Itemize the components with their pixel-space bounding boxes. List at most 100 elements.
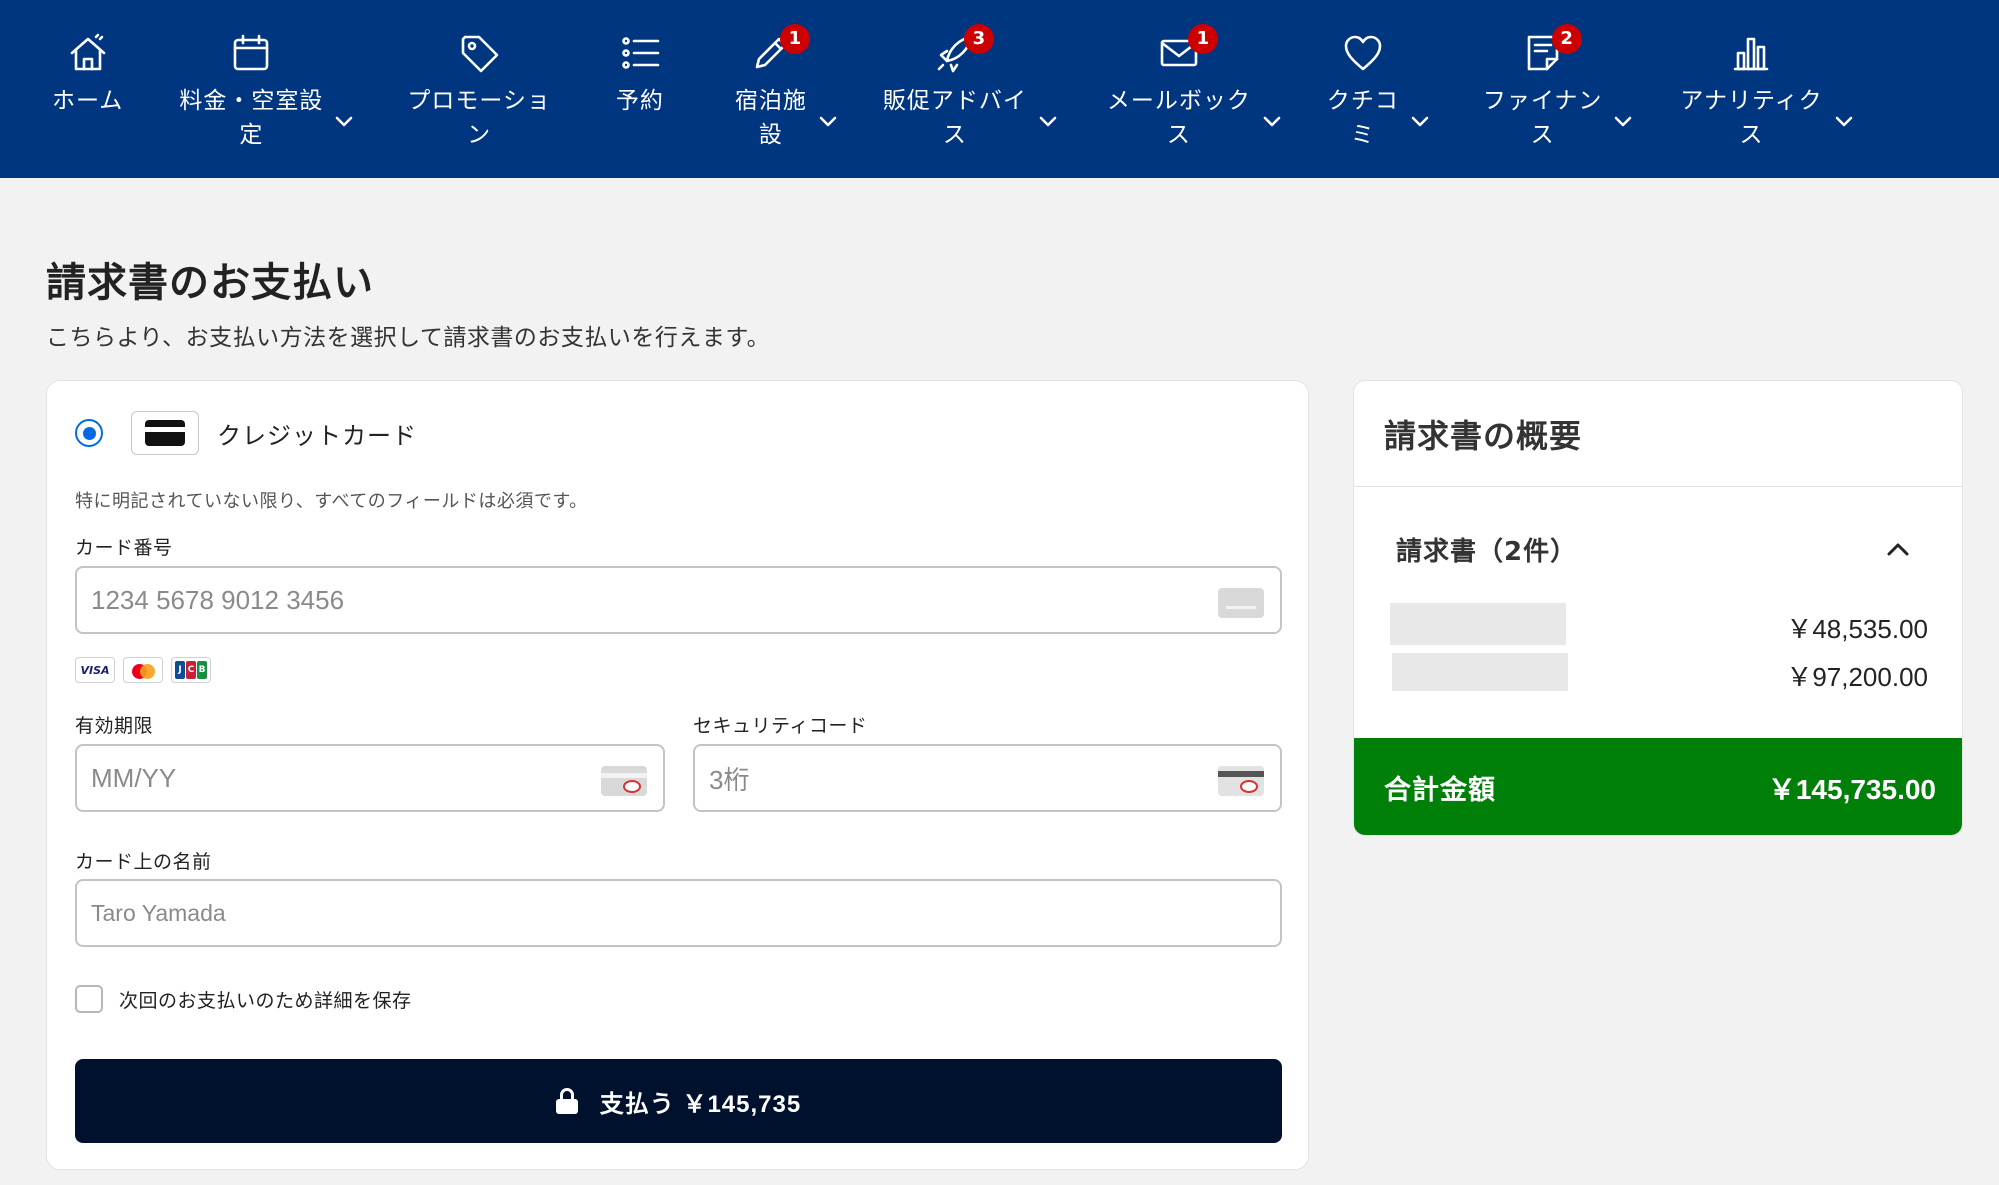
chevron-down-icon	[817, 110, 839, 132]
invoice-row: ￥48,535.00	[1390, 603, 1930, 647]
nav-item-promotions[interactable]: プロモーショ ン	[407, 0, 551, 152]
nav-item-main: アナリティク ス	[1680, 28, 1822, 152]
payment-form-card: クレジットカード 特に明記されていない限り、すべてのフィールドは必須です。 カー…	[46, 380, 1309, 1170]
nav-label: ファイナン ス	[1482, 88, 1603, 148]
card-number-placeholder: 1234 5678 9012 3456	[91, 584, 345, 615]
save-details-checkbox[interactable]	[75, 985, 103, 1013]
notification-badge: 2	[1551, 24, 1582, 54]
nav-label: クチコ ミ	[1326, 88, 1399, 148]
card-front-icon	[601, 766, 647, 796]
notification-badge: 1	[1187, 24, 1218, 54]
nav-label: ホーム	[52, 88, 124, 114]
invoice-row: ￥97,200.00	[1390, 651, 1930, 695]
chevron-down-icon	[1261, 110, 1283, 132]
cardholder-name-placeholder: Taro Yamada	[91, 899, 226, 926]
nav-item-home[interactable]: ホーム	[52, 0, 123, 118]
credit-card-icon	[131, 411, 199, 455]
total-value: ￥145,735.00	[1767, 773, 1936, 805]
card-icon	[1218, 588, 1264, 618]
nav-label: アナリティク ス	[1680, 88, 1823, 148]
nav-label: プロモーショ ン	[407, 88, 551, 148]
nav-item-main: クチコ ミ	[1327, 28, 1399, 152]
cvc-label: セキュリティコード	[693, 715, 868, 737]
invoice-name-redacted	[1392, 653, 1568, 691]
list-icon	[615, 28, 665, 78]
home-icon	[63, 28, 113, 78]
notification-badge: 3	[963, 24, 994, 54]
nav-item-main: ホーム	[52, 28, 123, 118]
credit-card-radio[interactable]	[75, 419, 103, 447]
card-number-label: カード番号	[75, 537, 173, 559]
nav-item-main: 1 宿泊施 設	[734, 24, 810, 152]
pay-button[interactable]: 支払う ￥145,735	[75, 1059, 1282, 1143]
heart-icon	[1338, 28, 1388, 78]
nav-item-analytics[interactable]: アナリティク ス	[1680, 0, 1854, 152]
total-bar: 合計金額 ￥145,735.00	[1354, 738, 1962, 835]
calendar-icon	[226, 28, 276, 78]
nav-item-main: 1 メールボック ス	[1107, 24, 1251, 152]
nav-item-main: プロモーショ ン	[407, 28, 551, 152]
chevron-down-icon	[1409, 110, 1431, 132]
card-number-input[interactable]: 1234 5678 9012 3456	[75, 566, 1282, 634]
lock-icon	[555, 1088, 578, 1114]
payment-method-label: クレジットカード	[217, 421, 417, 450]
accepted-card-brands: VISA JCB	[75, 657, 211, 683]
invoices-heading: 請求書（2件）	[1396, 537, 1578, 567]
expiry-placeholder: MM/YY	[91, 762, 177, 793]
top-navigation: ホーム 料金・空室設 定 プロモーショ ン 予約 1 宿泊施 設 3 販促アドバ…	[0, 0, 1999, 178]
invoice-amount: ￥97,200.00	[1786, 662, 1928, 692]
nav-item-sales-advice[interactable]: 3 販促アドバイ ス	[883, 0, 1059, 152]
pencil-icon: 1	[746, 24, 810, 78]
required-fields-note: 特に明記されていない限り、すべてのフィールドは必須です。	[75, 491, 588, 512]
nav-item-reservations[interactable]: 予約	[615, 0, 665, 118]
card-back-icon	[1218, 766, 1264, 796]
page-subtitle: こちらより、お支払い方法を選択して請求書のお支払いを行えます。	[46, 325, 771, 351]
nav-item-finance[interactable]: 2 ファイナン ス	[1483, 0, 1635, 152]
nav-item-main: 2 ファイナン ス	[1482, 24, 1603, 152]
chevron-down-icon	[1037, 110, 1059, 132]
nav-item-property[interactable]: 1 宿泊施 設	[735, 0, 839, 152]
cardholder-name-input[interactable]: Taro Yamada	[75, 879, 1282, 947]
mail-icon: 1	[1154, 24, 1218, 78]
nav-item-main: 3 販促アドバイ ス	[882, 24, 1027, 152]
chevron-down-icon	[1612, 110, 1634, 132]
save-details-option[interactable]: 次回のお支払いのため詳細を保存	[75, 985, 412, 1013]
notification-badge: 1	[779, 24, 810, 54]
invoice-icon: 2	[1518, 24, 1582, 78]
chevron-down-icon	[1833, 110, 1855, 132]
rocket-icon: 3	[930, 24, 994, 78]
nav-item-reviews[interactable]: クチコ ミ	[1327, 0, 1431, 152]
total-label: 合計金額	[1384, 775, 1496, 806]
nav-label: 宿泊施 設	[734, 88, 807, 148]
jcb-logo-icon: JCB	[171, 657, 211, 683]
payment-method-option[interactable]: クレジットカード	[75, 411, 417, 455]
page-title: 請求書のお支払い	[46, 260, 374, 306]
summary-title: 請求書の概要	[1384, 417, 1583, 455]
mastercard-logo-icon	[123, 657, 163, 683]
expiry-label: 有効期限	[75, 715, 154, 737]
nav-item-main: 予約	[615, 28, 665, 118]
invoice-summary-card: 請求書の概要 請求書（2件） ￥48,535.00 ￥97,200.00 合計金…	[1353, 380, 1963, 836]
nav-label: 販促アドバイ ス	[882, 88, 1027, 148]
bar-chart-icon	[1726, 28, 1776, 78]
nav-label: 料金・空室設 定	[179, 88, 324, 148]
tag-icon	[454, 28, 504, 78]
cvc-input[interactable]: 3桁	[693, 744, 1282, 812]
nav-item-mailbox[interactable]: 1 メールボック ス	[1107, 0, 1283, 152]
pay-button-label: 支払う ￥145,735	[599, 1090, 802, 1118]
cvc-placeholder: 3桁	[709, 764, 750, 795]
expiry-input[interactable]: MM/YY	[75, 744, 665, 812]
invoice-name-redacted	[1390, 603, 1566, 645]
nav-item-rates-availability[interactable]: 料金・空室設 定	[179, 0, 355, 152]
cardholder-name-label: カード上の名前	[75, 851, 212, 873]
nav-label: 予約	[615, 88, 664, 114]
chevron-up-icon[interactable]	[1884, 537, 1912, 561]
save-details-label: 次回のお支払いのため詳細を保存	[119, 989, 412, 1012]
card-glyph	[145, 420, 185, 446]
invoice-amount: ￥48,535.00	[1786, 614, 1928, 644]
chevron-down-icon	[333, 110, 355, 132]
nav-item-main: 料金・空室設 定	[179, 28, 323, 152]
visa-logo-icon: VISA	[75, 657, 115, 683]
divider	[1354, 486, 1962, 487]
radio-selected-dot	[82, 426, 96, 440]
